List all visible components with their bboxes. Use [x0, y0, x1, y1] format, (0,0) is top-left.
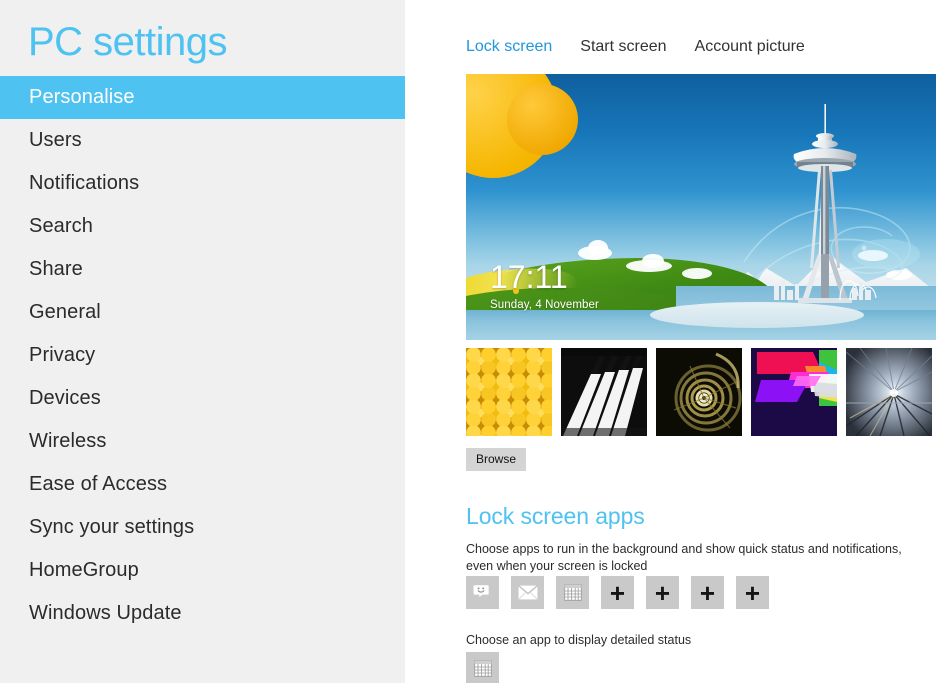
- sidebar-item-privacy[interactable]: Privacy: [0, 334, 405, 377]
- app-tile-add-4[interactable]: +: [736, 576, 769, 609]
- app-tile-messaging[interactable]: [466, 576, 499, 609]
- detailed-status-description: Choose an app to display detailed status: [466, 633, 692, 647]
- preview-cloud-icon: [588, 240, 608, 256]
- sidebar-item-ease-of-access[interactable]: Ease of Access: [0, 463, 405, 506]
- preview-cloud-icon: [642, 254, 664, 268]
- sidebar-item-devices[interactable]: Devices: [0, 377, 405, 420]
- thumbnail-nautilus-shell[interactable]: [656, 348, 742, 436]
- tab-account-picture[interactable]: Account picture: [695, 38, 805, 56]
- calendar-icon: [473, 660, 492, 677]
- add-icon: +: [654, 577, 671, 608]
- tab-bar: Lock screen Start screen Account picture: [405, 0, 940, 64]
- lock-screen-apps-heading: Lock screen apps: [466, 503, 645, 529]
- sidebar-nav-list: Personalise Users Notifications Search S…: [0, 76, 405, 635]
- thumbnail-tunnel-perspective[interactable]: [846, 348, 932, 436]
- add-icon: +: [699, 577, 716, 608]
- sidebar-item-notifications[interactable]: Notifications: [0, 162, 405, 205]
- wallpaper-thumbnail-list: [466, 348, 932, 436]
- lock-screen-apps-tiles: + + + +: [466, 576, 769, 609]
- space-needle-icon: [774, 104, 877, 303]
- sidebar-item-users[interactable]: Users: [0, 119, 405, 162]
- pc-settings-window: PC settings Personalise Users Notificati…: [0, 0, 940, 683]
- sidebar-item-sync-your-settings[interactable]: Sync your settings: [0, 506, 405, 549]
- preview-sun-small-icon: [507, 84, 578, 155]
- lock-screen-preview: 17:11 Sunday, 4 November: [466, 74, 936, 340]
- app-tile-calendar[interactable]: [556, 576, 589, 609]
- add-icon: +: [744, 577, 761, 608]
- sidebar-item-wireless[interactable]: Wireless: [0, 420, 405, 463]
- thumbnail-honeycomb[interactable]: [466, 348, 552, 436]
- mail-icon: [517, 585, 538, 600]
- page-title: PC settings: [28, 20, 228, 64]
- sidebar-item-share[interactable]: Share: [0, 248, 405, 291]
- main-content: Lock screen Start screen Account picture: [405, 0, 940, 683]
- preview-clock-overlay: 17:11 Sunday, 4 November: [490, 260, 599, 311]
- preview-time: 17:11: [490, 259, 568, 295]
- sidebar-item-windows-update[interactable]: Windows Update: [0, 592, 405, 635]
- preview-date: Sunday, 4 November: [490, 299, 599, 311]
- detailed-status-tiles: [466, 652, 499, 683]
- preview-cloud-icon: [682, 268, 712, 279]
- app-tile-mail[interactable]: [511, 576, 544, 609]
- detailed-status-tile-calendar[interactable]: [466, 652, 499, 683]
- app-tile-add-1[interactable]: +: [601, 576, 634, 609]
- thumbnail-colour-geometry[interactable]: [751, 348, 837, 436]
- tab-lock-screen[interactable]: Lock screen: [466, 38, 552, 56]
- sidebar: PC settings Personalise Users Notificati…: [0, 0, 405, 683]
- messaging-icon: [473, 585, 489, 598]
- browse-button[interactable]: Browse: [466, 448, 527, 471]
- app-tile-add-3[interactable]: +: [691, 576, 724, 609]
- app-tile-add-2[interactable]: +: [646, 576, 679, 609]
- sidebar-item-homegroup[interactable]: HomeGroup: [0, 549, 405, 592]
- add-icon: +: [609, 577, 626, 608]
- sidebar-item-general[interactable]: General: [0, 291, 405, 334]
- tab-start-screen[interactable]: Start screen: [580, 38, 666, 56]
- thumbnail-piano-keys[interactable]: [561, 348, 647, 436]
- calendar-icon: [563, 584, 582, 601]
- lock-screen-apps-description: Choose apps to run in the background and…: [466, 542, 902, 573]
- sidebar-item-search[interactable]: Search: [0, 205, 405, 248]
- sidebar-item-personalise[interactable]: Personalise: [0, 76, 405, 119]
